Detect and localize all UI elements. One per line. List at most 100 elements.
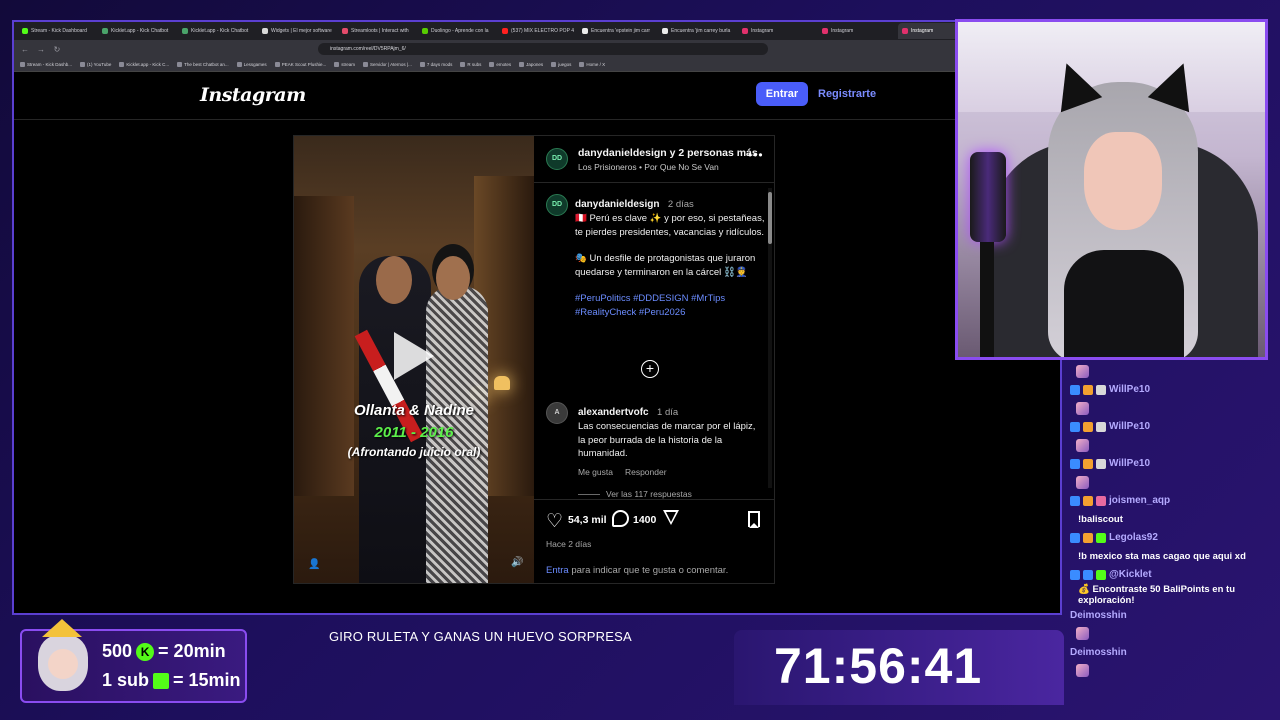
tab-favicon-icon	[262, 28, 268, 34]
browser-tab[interactable]: Encuentra 'epstein jim carr	[578, 23, 656, 39]
login-button[interactable]: Entrar	[756, 82, 808, 106]
bookmark-item[interactable]: emotes	[489, 62, 511, 67]
bookmark-icon[interactable]	[748, 511, 760, 528]
chat-username[interactable]: WillPe10	[1109, 384, 1150, 395]
chat-username-row: WillPe10	[1066, 455, 1280, 474]
bookmark-icon	[579, 62, 585, 67]
bookmark-label: (1) YouTube	[87, 62, 112, 67]
bookmark-item[interactable]: juegos	[551, 62, 571, 67]
tab-favicon-icon	[182, 28, 188, 34]
bookmark-item[interactable]: The best Chatbot an...	[177, 62, 229, 67]
signup-link[interactable]: Registrarte	[818, 82, 876, 106]
chat-username[interactable]: joismen_aqp	[1109, 495, 1170, 506]
url-input[interactable]: instagram.com/reel/DV5RPAjm_6/	[318, 43, 768, 55]
chat-username[interactable]: Deimosshin	[1070, 647, 1127, 658]
scrollbar-thumb[interactable]	[768, 192, 772, 244]
bookmark-item[interactable]: stream	[334, 62, 355, 67]
chat-username[interactable]: Deimosshin	[1070, 610, 1127, 621]
post-date: Hace 2 días	[546, 539, 592, 549]
browser-tab[interactable]: (537) MIX ELECTRO POP 4	[498, 23, 576, 39]
author-name[interactable]: danydanieldesign y 2 personas más	[578, 147, 758, 159]
heart-icon[interactable]: ♡	[546, 510, 563, 533]
bookmark-item[interactable]: Japones	[519, 62, 543, 67]
chat-emote-icon	[1076, 664, 1089, 678]
chat-badge-icon	[1083, 421, 1093, 432]
back-icon[interactable]: ←	[20, 45, 30, 54]
replies-divider	[578, 493, 600, 495]
bookmark-item[interactable]: Kicklet.app - Kick C...	[119, 62, 169, 67]
tab-label: Encuentra 'jim carrey burla	[671, 28, 731, 34]
bookmark-item[interactable]: PEAK Scout Plushie...	[274, 62, 326, 67]
play-icon[interactable]	[394, 332, 434, 380]
tab-label: Instagram	[751, 28, 774, 34]
lamp-icon	[494, 376, 510, 390]
chat-emote-icon	[1076, 627, 1089, 641]
microphone-stand	[980, 242, 994, 357]
chat-badge-icon	[1083, 384, 1093, 395]
forward-icon[interactable]: →	[36, 45, 46, 54]
comments-scrollbar[interactable]	[768, 188, 772, 488]
more-options-icon[interactable]: •••	[748, 148, 764, 162]
caption-hashtags[interactable]: #PeruPolitics #DDDESIGN #MrTips #Reality…	[575, 292, 765, 319]
caption-username[interactable]: danydanieldesign	[575, 199, 659, 210]
browser-tab[interactable]: Widgets | El mejor software	[258, 23, 336, 39]
chat-username[interactable]: Legolas92	[1109, 532, 1158, 543]
browser-tab[interactable]: Stream - Kick Dashboard	[18, 23, 96, 39]
share-icon[interactable]	[663, 510, 679, 525]
bookmark-item[interactable]: R subs	[460, 62, 481, 67]
comment-icon[interactable]	[612, 510, 629, 527]
bookmark-icon	[236, 62, 242, 67]
caption-paragraph: 🎭 Un desfile de protagonistas que juraro…	[575, 253, 756, 278]
bookmark-item[interactable]: Home / X	[579, 62, 605, 67]
add-comment-icon[interactable]: +	[641, 360, 659, 378]
reel-video[interactable]: Ollanta & Nadine 2011 - 2016 (Afrontando…	[294, 136, 534, 583]
view-replies-link[interactable]: Ver las 117 respuestas	[578, 489, 692, 499]
bookmark-icon	[362, 62, 368, 67]
commenter-avatar[interactable]: A	[546, 402, 568, 424]
browser-tab[interactable]: Kicklet.app - Kick Chatbot	[98, 23, 176, 39]
chat-username[interactable]: @Kicklet	[1109, 569, 1152, 580]
video-figure-woman-head	[436, 256, 470, 300]
instagram-logo[interactable]: Instagram	[200, 84, 306, 106]
browser-tab[interactable]: Instagram	[738, 23, 816, 39]
bookmark-item[interactable]: Stream - Kick Dashb...	[20, 62, 72, 67]
tab-favicon-icon	[822, 28, 828, 34]
bookmark-item[interactable]: 7 days mods	[419, 62, 452, 67]
bookmark-label: Servidor | Aternos |...	[369, 62, 412, 67]
tab-label: Widgets | El mejor software	[271, 28, 332, 34]
browser-tab[interactable]: Encuentra 'jim carrey burla	[658, 23, 736, 39]
volume-icon[interactable]: 🔊	[511, 557, 523, 568]
login-prompt-link[interactable]: Entra	[546, 565, 569, 576]
reload-icon[interactable]: ↻	[52, 45, 62, 54]
browser-tab[interactable]: Streamloots | Interact with	[338, 23, 416, 39]
caption: danydanieldesign 2 días 🇵🇪 Perú es clave…	[575, 194, 765, 319]
comment-reply-link[interactable]: Responder	[625, 467, 667, 477]
comment-like-link[interactable]: Me gusta	[578, 467, 613, 477]
browser-tab[interactable]: Duolingo - Aprende con la	[418, 23, 496, 39]
audio-track[interactable]: Los Prisioneros • Por Que No Se Van	[578, 162, 719, 172]
browser-tab[interactable]: Kicklet.app - Kick Chatbot	[178, 23, 256, 39]
comment-username[interactable]: alexandertvofc	[578, 407, 649, 418]
caption-avatar[interactable]: DD	[546, 194, 568, 216]
author-avatar[interactable]: DD	[546, 148, 568, 170]
instagram-header: Instagram Entrar Registrarte	[14, 72, 1060, 120]
post-actions: ♡ 54,3 mil 1400 Hace 2 días Entra para i…	[534, 499, 774, 583]
tagged-user-icon[interactable]: 👤	[308, 559, 320, 570]
gift-icon	[153, 672, 170, 689]
chat-badge-icon	[1096, 532, 1106, 543]
bookmark-icon	[419, 62, 425, 67]
bookmark-item[interactable]: Servidor | Aternos |...	[362, 62, 412, 67]
bookmark-icon	[460, 62, 466, 67]
browser-tab[interactable]: Instagram	[818, 23, 896, 39]
comment-text: Las consecuencias de marcar por el lápiz…	[578, 421, 756, 459]
chat-username[interactable]: WillPe10	[1109, 421, 1150, 432]
caption-paragraph: 🇵🇪 Perú es clave ✨ y por eso, si pestañe…	[575, 213, 765, 238]
bookmark-item[interactable]: Lessgames	[236, 62, 267, 67]
microphone-icon	[970, 152, 1006, 242]
chat-username[interactable]: WillPe10	[1109, 458, 1150, 469]
goal-value: = 20min	[158, 641, 226, 661]
chat-badge-icon	[1070, 458, 1080, 469]
stream-chat: WillPe10 WillPe10 WillPe10 joismen_aqp !bali…	[1066, 362, 1280, 720]
chat-username-row: Deimosshin	[1066, 606, 1280, 625]
bookmark-item[interactable]: (1) YouTube	[80, 62, 111, 67]
